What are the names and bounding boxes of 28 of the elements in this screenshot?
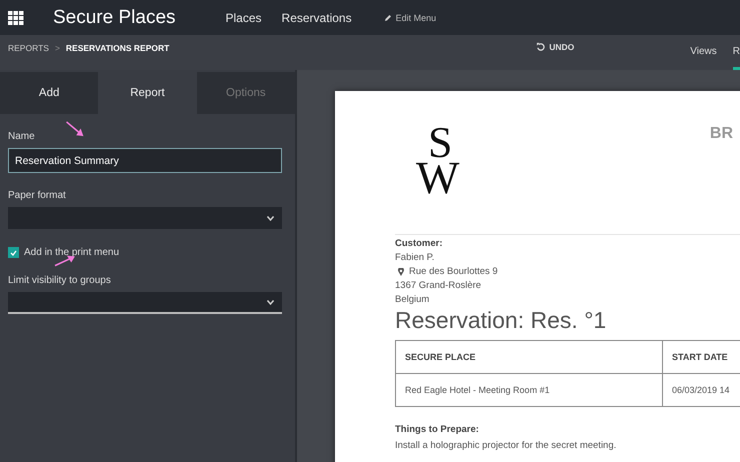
column-header: START DATE <box>662 340 740 374</box>
column-header: SECURE PLACE <box>396 340 662 374</box>
breadcrumb-separator: > <box>54 43 60 55</box>
panel-tab[interactable]: Report <box>98 72 197 114</box>
app-title: Secure Places <box>53 6 176 28</box>
logo: S W <box>410 119 480 199</box>
field-label: Name <box>8 131 36 142</box>
customer-label: Customer: <box>395 238 444 249</box>
customer-name: Fabien P. <box>395 252 436 263</box>
menu-link[interactable]: Reservations <box>282 10 352 24</box>
customer-street: Rue des Bourlottes 9 <box>409 266 498 277</box>
breadcrumb-current: RESERVATIONS REPORT <box>66 43 170 55</box>
breadcrumb-link[interactable]: REPORTS <box>8 43 49 70</box>
field-label: Limit visibility to groups <box>8 275 112 286</box>
undo-button[interactable]: UNDO <box>530 35 580 49</box>
edit-menu-link[interactable]: Edit Menu <box>384 12 436 22</box>
field-label: Paper format <box>8 190 67 201</box>
table-cell: Red Eagle Hotel - Meeting Room #1 <box>396 374 662 406</box>
notes-text: Install a holographic projector for the secret meeting. <box>395 440 618 451</box>
customer-city: 1367 Grand-Roslère <box>395 280 482 291</box>
view-tab[interactable]: Views <box>690 35 717 57</box>
checkbox-label: Add in the print menu <box>24 247 120 258</box>
menu-link[interactable]: Places <box>226 10 262 24</box>
customer-country: Belgium <box>395 294 430 305</box>
report-heading: Reservation: Res. °1 <box>395 307 608 334</box>
notes-label: Things to Prepare: <box>395 424 480 435</box>
company-name: BR <box>710 125 733 144</box>
name-input[interactable]: Reservation Summary <box>8 148 282 173</box>
